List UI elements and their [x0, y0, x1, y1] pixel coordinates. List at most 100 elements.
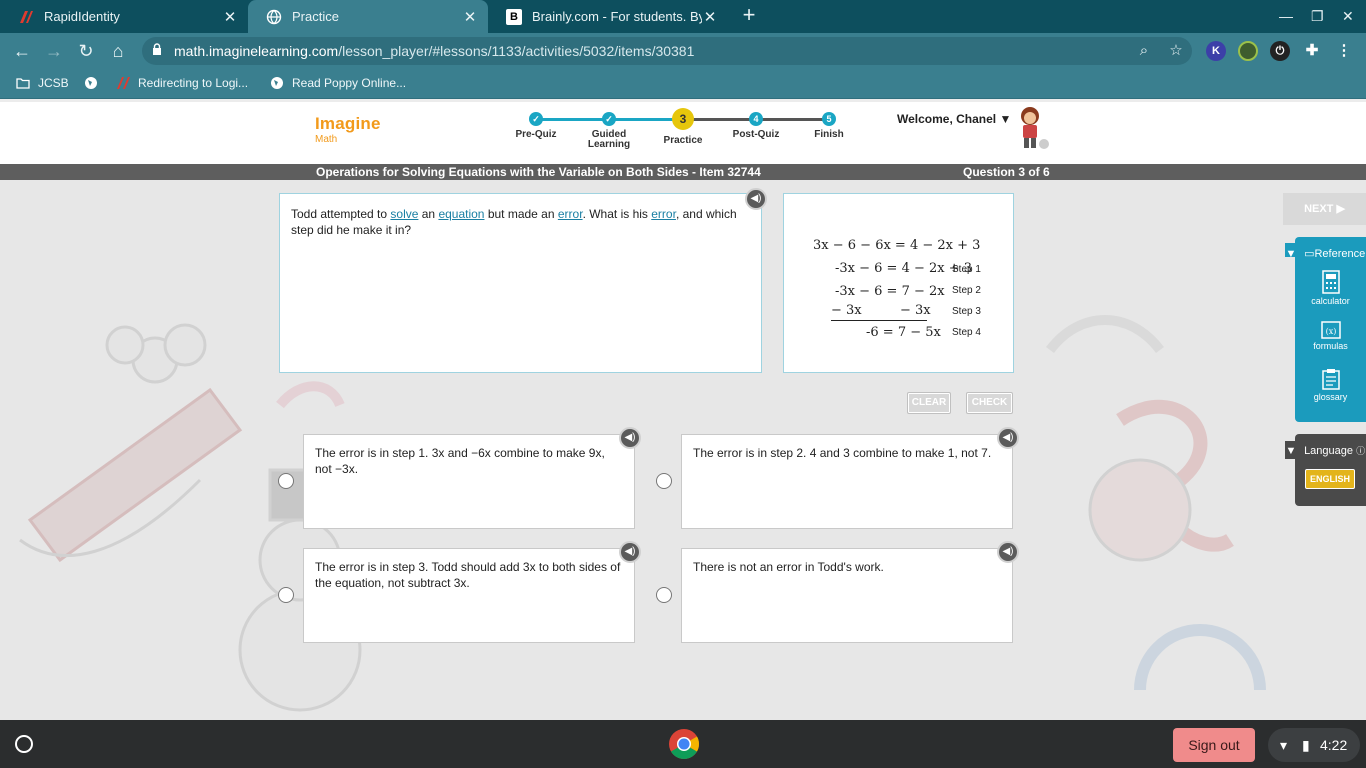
tab-brainly[interactable]: B Brainly.com - For students. By st ✕ — [488, 0, 728, 33]
step-finish-dot: 5 — [822, 112, 836, 126]
bookmark-jcsb[interactable]: JCSB — [16, 76, 69, 90]
bookmark-globe[interactable] — [84, 76, 106, 90]
tab-practice[interactable]: Practice ✕ — [248, 0, 488, 33]
address-bar[interactable]: math.imaginelearning.com/lesson_player/#… — [142, 37, 1192, 65]
choice-c-speaker-icon[interactable]: ◀) — [619, 541, 641, 563]
chrome-icon[interactable] — [668, 728, 700, 760]
lesson-title-bar: Operations for Solving Equations with th… — [0, 164, 1366, 180]
info-icon[interactable]: ⓘ — [1356, 446, 1365, 456]
wifi-icon: ▾ — [1280, 737, 1288, 753]
choice-c[interactable]: The error is in step 3. Todd should add … — [303, 548, 635, 643]
next-button[interactable]: NEXT ▶ — [1283, 193, 1366, 225]
step-practice-dot: 3 — [672, 108, 694, 130]
clear-button[interactable]: CLEAR — [907, 392, 951, 414]
forward-arrow-icon[interactable]: → — [42, 39, 66, 63]
formulas-icon: (x) — [1320, 321, 1341, 339]
step-4-label: Step 4 — [952, 327, 981, 338]
step-guided-label: Guided Learning — [587, 129, 631, 150]
question-prompt: Todd attempted to solve an equation but … — [279, 193, 762, 373]
browser-tab-bar: RapidIdentity ✕ Practice ✕ B Brainly.com… — [0, 0, 1366, 33]
step-3-label: Step 3 — [952, 306, 981, 317]
close-tab-icon[interactable]: ✕ — [702, 8, 718, 26]
prompt-audio-speaker-icon[interactable]: ◀) — [745, 188, 767, 210]
browser-toolbar: ← → ↻ ⌂ math.imaginelearning.com/lesson_… — [0, 33, 1366, 69]
extensions-puzzle-icon[interactable]: ✚ — [1302, 41, 1322, 61]
rapididentity-icon — [116, 76, 130, 90]
work-line-original: 3x − 6 − 6x = 4 − 2x + 3 — [813, 238, 981, 253]
language-english-button[interactable]: ENGLISH — [1305, 469, 1355, 489]
check-button[interactable]: CHECK — [966, 392, 1013, 414]
choice-b-radio[interactable] — [656, 473, 672, 489]
tab-title: RapidIdentity — [44, 9, 120, 24]
extension-green-icon[interactable] — [1238, 41, 1258, 61]
step-prequiz-label: Pre-Quiz — [515, 129, 557, 140]
choice-b[interactable]: The error is in step 2. 4 and 3 combine … — [681, 434, 1013, 529]
extension-power-icon[interactable]: ⏻ — [1270, 41, 1290, 61]
close-window-icon[interactable]: ✕ — [1342, 8, 1354, 25]
calculator-tool[interactable]: calculator — [1295, 270, 1366, 306]
globe-icon — [84, 76, 98, 90]
choice-a-text: The error is in step 1. 3x and −6x combi… — [315, 446, 605, 476]
glossary-link-error[interactable]: error — [558, 207, 583, 221]
glossary-tool[interactable]: glossary — [1295, 368, 1366, 402]
step-postquiz-label: Post-Quiz — [732, 129, 780, 140]
reload-icon[interactable]: ↻ — [74, 39, 98, 63]
glossary-link-error-2[interactable]: error — [651, 207, 676, 221]
tab-title: Practice — [292, 9, 339, 24]
avatar[interactable] — [1012, 104, 1052, 152]
glossary-link-equation[interactable]: equation — [438, 207, 484, 221]
choice-b-speaker-icon[interactable]: ◀) — [997, 427, 1019, 449]
extension-k-icon[interactable]: K — [1206, 41, 1226, 61]
reference-toggle[interactable]: ▼ ▭Reference — [1283, 243, 1366, 265]
url-text: math.imaginelearning.com/lesson_player/#… — [174, 43, 695, 59]
new-tab-button[interactable]: + — [738, 4, 760, 27]
language-toggle[interactable]: ▼ Language ⓘ — [1283, 441, 1366, 461]
close-tab-icon[interactable]: ✕ — [222, 8, 238, 26]
calculator-icon — [1321, 270, 1340, 294]
choice-a-radio[interactable] — [278, 473, 294, 489]
launcher-icon[interactable] — [15, 735, 33, 753]
formulas-tool[interactable]: (x) formulas — [1295, 321, 1366, 351]
book-icon: ▭ — [1304, 248, 1315, 260]
choice-d-speaker-icon[interactable]: ◀) — [997, 541, 1019, 563]
step-postquiz-dot: 4 — [749, 112, 763, 126]
glossary-link-solve[interactable]: solve — [390, 207, 418, 221]
clock-time: 4:22 — [1320, 737, 1348, 753]
work-underline — [831, 320, 927, 321]
bookmark-read-poppy[interactable]: Read Poppy Online... — [270, 76, 406, 90]
minimize-icon[interactable]: — — [1279, 8, 1293, 24]
lock-icon — [153, 43, 161, 55]
step-practice-label: Practice — [663, 135, 703, 146]
system-tray[interactable]: ▾ ▮ 4:22 — [1268, 728, 1360, 762]
home-icon[interactable]: ⌂ — [106, 39, 130, 63]
triangle-down-icon: ▼ — [1285, 243, 1297, 260]
tab-rapididentity[interactable]: RapidIdentity ✕ — [0, 0, 248, 33]
choice-d-radio[interactable] — [656, 587, 672, 603]
zoom-icon[interactable]: ⌕ — [1135, 42, 1153, 60]
globe-icon — [266, 9, 282, 25]
choice-a[interactable]: The error is in step 1. 3x and −6x combi… — [303, 434, 635, 529]
chromeos-shelf: Sign out ▾ ▮ 4:22 — [0, 720, 1366, 768]
choice-d[interactable]: There is not an error in Todd's work. — [681, 548, 1013, 643]
maximize-icon[interactable]: ❐ — [1311, 8, 1324, 25]
todd-work-panel: 3x − 6 − 6x = 4 − 2x + 3 -3x − 6 = 4 − 2… — [783, 193, 1014, 373]
work-line-step2: -3x − 6 = 7 − 2x — [835, 284, 945, 299]
folder-icon — [16, 76, 30, 90]
choice-a-speaker-icon[interactable]: ◀) — [619, 427, 641, 449]
menu-kebab-icon[interactable]: ⋮ — [1334, 41, 1354, 61]
svg-text:(x): (x) — [1325, 327, 1336, 336]
choice-c-radio[interactable] — [278, 587, 294, 603]
back-arrow-icon[interactable]: ← — [10, 39, 34, 63]
step-finish-label: Finish — [814, 129, 844, 140]
welcome-menu[interactable]: Welcome, Chanel ▼ — [897, 112, 1011, 126]
tab-title: Brainly.com - For students. By st — [532, 9, 702, 24]
bookmark-redirecting[interactable]: Redirecting to Logi... — [116, 76, 248, 90]
close-tab-icon[interactable]: ✕ — [462, 8, 478, 26]
work-line-step3-left: − 3x — [831, 303, 862, 318]
bookmark-star-icon[interactable]: ☆ — [1167, 42, 1185, 60]
bookmarks-bar: JCSB Redirecting to Logi... Read Poppy O… — [0, 69, 1366, 99]
sign-out-button[interactable]: Sign out — [1173, 728, 1255, 762]
rapididentity-icon — [18, 9, 34, 25]
step-prequiz-check-icon: ✓ — [529, 112, 543, 126]
choice-c-text: The error is in step 3. Todd should add … — [315, 560, 621, 590]
